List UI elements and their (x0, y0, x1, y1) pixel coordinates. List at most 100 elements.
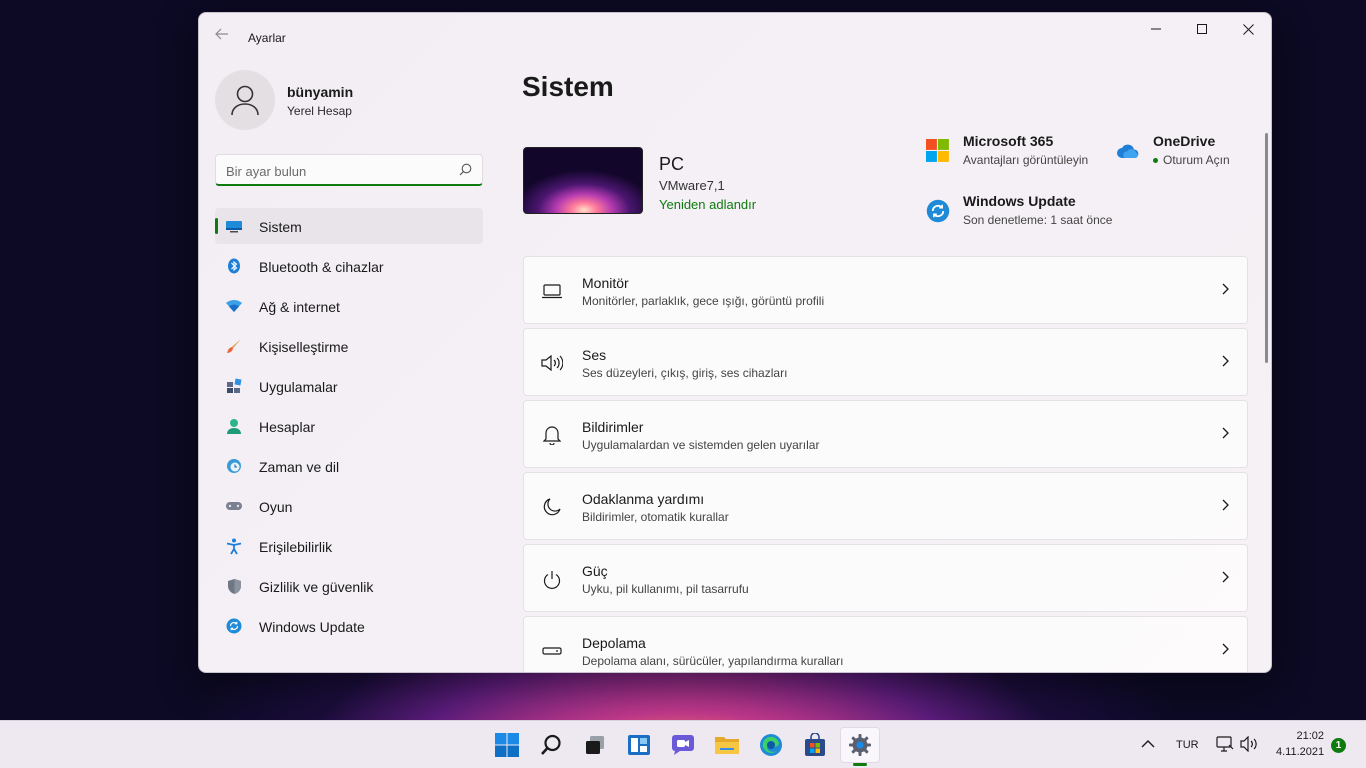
input-language[interactable]: TUR (1176, 739, 1199, 751)
bell-icon (541, 425, 563, 445)
settings-icon (849, 734, 871, 756)
quick-subtitle: Son denetleme: 1 saat önce (963, 213, 1113, 227)
user-profile[interactable]: bünyamin Yerel Hesap (215, 70, 485, 130)
quick-subtitle: Avantajları görüntüleyin (963, 153, 1089, 167)
search-icon[interactable] (459, 163, 472, 176)
clock-time[interactable]: 21:02 (1294, 730, 1324, 742)
windows-start-button[interactable] (487, 727, 527, 763)
sidebar-item-label: Oyun (259, 499, 293, 515)
sidebar-item-label: Sistem (259, 219, 302, 235)
power-icon (541, 569, 563, 589)
card-subtitle: Monitörler, parlaklık, gece ışığı, görün… (582, 294, 825, 308)
card-subtitle: Uyku, pil kullanımı, pil tasarrufu (582, 582, 749, 596)
scrollbar[interactable] (1265, 133, 1268, 363)
taskbar-search-button[interactable] (531, 727, 571, 763)
volume-icon[interactable] (1240, 736, 1258, 752)
sidebar-item-label: Kişiselleştirme (259, 339, 349, 355)
chat-button[interactable] (663, 727, 703, 763)
card-storage[interactable]: Depolama Depolama alanı, sürücüler, yapı… (523, 616, 1248, 672)
file-explorer-button[interactable] (707, 727, 747, 763)
task-view-button[interactable] (575, 727, 615, 763)
sidebar-item-time-language[interactable]: Zaman ve dil (215, 448, 483, 484)
microsoft-logo-icon (926, 139, 949, 162)
card-title: Güç (582, 563, 608, 579)
sidebar-item-accessibility[interactable]: Erişilebilirlik (215, 528, 483, 564)
person-icon (225, 417, 243, 435)
edge-button[interactable] (751, 727, 791, 763)
maximize-button[interactable] (1179, 13, 1225, 45)
card-power[interactable]: Güç Uyku, pil kullanımı, pil tasarrufu (523, 544, 1248, 612)
search-icon (541, 734, 561, 755)
account-type: Yerel Hesap (287, 104, 352, 118)
sidebar-item-accounts[interactable]: Hesaplar (215, 408, 483, 444)
card-title: Odaklanma yardımı (582, 491, 705, 507)
quick-subtitle: Oturum Açın (1153, 153, 1230, 167)
sidebar-nav: Sistem Bluetooth & cihazlar Ağ & interne… (215, 208, 483, 648)
quick-title: OneDrive (1153, 133, 1216, 149)
sidebar-item-windows-update[interactable]: Windows Update (215, 608, 483, 644)
card-focus-assist[interactable]: Odaklanma yardımı Bildirimler, otomatik … (523, 472, 1248, 540)
display-icon (541, 281, 563, 301)
sidebar-item-apps[interactable]: Uygulamalar (215, 368, 483, 404)
avatar (215, 70, 275, 130)
card-title: Bildirimler (582, 419, 644, 435)
minimize-button[interactable] (1133, 13, 1179, 45)
file-explorer-icon (715, 737, 739, 754)
chevron-right-icon (1222, 643, 1229, 655)
settings-search[interactable] (215, 154, 483, 186)
apps-icon (225, 377, 243, 395)
app-title: Ayarlar (248, 31, 286, 45)
wifi-icon (225, 297, 243, 315)
sidebar-item-network[interactable]: Ağ & internet (215, 288, 483, 324)
shield-icon (225, 577, 243, 595)
settings-taskbar-button[interactable] (840, 727, 880, 763)
chevron-right-icon (1222, 571, 1229, 583)
widgets-button[interactable] (619, 727, 659, 763)
card-title: Ses (582, 347, 607, 363)
search-input[interactable] (226, 161, 446, 181)
store-button[interactable] (795, 727, 835, 763)
chevron-right-icon (1222, 283, 1229, 295)
back-button[interactable] (211, 25, 233, 47)
card-subtitle: Bildirimler, otomatik kurallar (582, 510, 729, 524)
desktop-wallpaper-thumbnail (523, 147, 643, 214)
drive-icon (541, 641, 563, 661)
chevron-right-icon (1222, 427, 1229, 439)
sidebar-item-personalization[interactable]: Kişiselleştirme (215, 328, 483, 364)
update-icon (225, 617, 243, 635)
speaker-icon (541, 353, 563, 373)
card-sound[interactable]: Ses Ses düzeyleri, çıkış, giriş, ses cih… (523, 328, 1248, 396)
chevron-up-icon[interactable] (1140, 736, 1156, 752)
chat-icon (672, 735, 694, 755)
sidebar-item-label: Hesaplar (259, 419, 316, 435)
sidebar-item-label: Ağ & internet (259, 299, 340, 315)
sidebar-item-label: Gizlilik ve güvenlik (259, 579, 374, 595)
person-outline-icon (231, 85, 259, 116)
sidebar-item-privacy[interactable]: Gizlilik ve güvenlik (215, 568, 483, 604)
card-subtitle: Depolama alanı, sürücüler, yapılandırma … (582, 654, 844, 668)
quick-title: Microsoft 365 (963, 133, 1054, 149)
bluetooth-icon (225, 257, 243, 275)
network-icon[interactable] (1216, 736, 1234, 753)
card-title: Depolama (582, 635, 646, 651)
card-subtitle: Uygulamalardan ve sistemden gelen uyarıl… (582, 438, 820, 452)
monitor-icon (225, 217, 243, 235)
notification-badge[interactable]: 1 (1331, 738, 1346, 753)
device-model: VMware7,1 (659, 178, 725, 193)
sidebar-item-sistem[interactable]: Sistem (215, 208, 483, 244)
store-icon (805, 733, 825, 756)
close-icon (1242, 23, 1254, 35)
card-monitor[interactable]: Monitör Monitörler, parlaklık, gece ışığ… (523, 256, 1248, 324)
active-app-indicator (853, 763, 867, 766)
chevron-right-icon (1222, 355, 1229, 367)
system-settings-list: Monitör Monitörler, parlaklık, gece ışığ… (523, 256, 1248, 672)
card-notifications[interactable]: Bildirimler Uygulamalardan ve sistemden … (523, 400, 1248, 468)
close-button[interactable] (1225, 13, 1271, 45)
clock-date[interactable]: 4.11.2021 (1276, 746, 1324, 758)
onedrive-cloud-icon (1117, 144, 1139, 158)
rename-link[interactable]: Yeniden adlandır (659, 197, 756, 212)
edge-icon (760, 734, 782, 756)
chevron-right-icon (1222, 499, 1229, 511)
sidebar-item-bluetooth[interactable]: Bluetooth & cihazlar (215, 248, 483, 284)
sidebar-item-gaming[interactable]: Oyun (215, 488, 483, 524)
